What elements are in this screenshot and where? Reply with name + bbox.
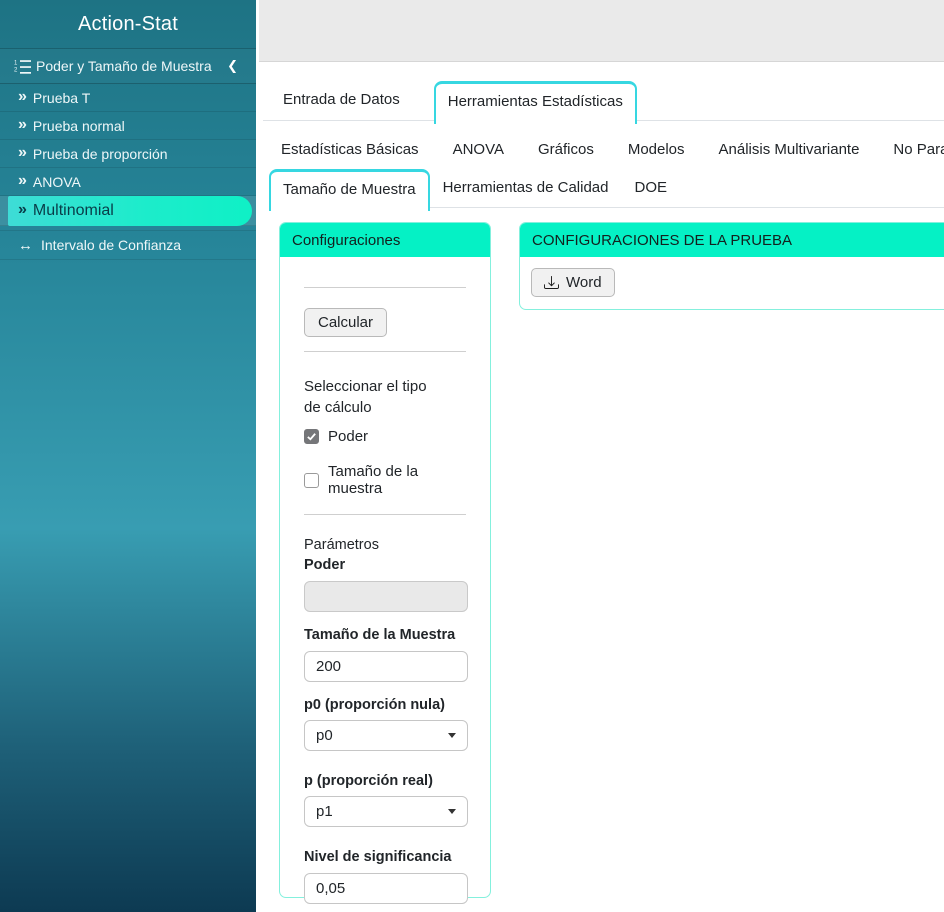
double-chevron-icon: » [18,173,25,189]
app-title: Action-Stat [0,0,256,49]
divider [304,514,466,515]
p0-select-value: p0 [316,727,333,744]
double-chevron-icon: » [18,202,25,218]
checkbox-poder[interactable]: Poder [304,428,466,445]
sidebar-item-multinomial-selected[interactable]: » Multinomial [8,196,252,226]
tab-graficos[interactable]: Gráficos [538,135,594,164]
collapse-chevron-icon[interactable]: ❮ [223,58,242,74]
ordered-list-icon: 1 2 [14,59,31,74]
power-field-label: Poder [304,557,466,573]
tab-doe[interactable]: DOE [622,169,681,207]
caret-down-icon [448,733,456,738]
caret-down-icon [448,809,456,814]
word-button-label: Word [566,274,602,291]
tab-analisis-multivariante[interactable]: Análisis Multivariante [719,135,860,164]
config-panel: Configuraciones Calcular Seleccionar el … [279,222,491,898]
tab-modelos[interactable]: Modelos [628,135,685,164]
sidebar-item-label: Multinomial [33,202,114,220]
sidebar-item-label: ANOVA [33,174,81,190]
tab-tamano-de-muestra[interactable]: Tamaño de Muestra [269,169,430,211]
sidebar-item-label: Prueba T [33,90,90,106]
sidebar-item-prueba-de-proporcion[interactable]: » Prueba de proporción [0,140,256,168]
tab-no-parametrico[interactable]: No Paramétrico [893,135,944,164]
tab-estadisticas-basicas[interactable]: Estadísticas Básicas [281,135,419,164]
sidebar: Action-Stat 1 2 Poder y Tamaño de Muestr… [0,0,256,912]
sidebar-item-anova[interactable]: » ANOVA [0,168,256,196]
p0-select[interactable]: p0 [304,720,468,751]
config-panel-title: Configuraciones [280,223,490,257]
p1-field-label: p (proporción real) [304,773,466,789]
checkbox-label: Tamaño de la muestra [328,463,466,497]
alpha-field[interactable] [304,873,468,904]
sidebar-item-multinomial-row: » Multinomial [0,196,256,226]
tab-entrada-de-datos[interactable]: Entrada de Datos [263,81,420,120]
power-field[interactable] [304,581,468,612]
sample-size-field-label: Tamaño de la Muestra [304,627,466,643]
calc-type-label: Seleccionar el tipo de cálculo [304,376,444,418]
sidebar-section-power-sample-size[interactable]: 1 2 Poder y Tamaño de Muestra ❮ [0,49,256,84]
checkbox-checked-icon[interactable] [304,429,319,444]
content-area: Entrada de Datos Herramientas Estadístic… [259,62,944,912]
svg-text:1: 1 [14,60,18,66]
left-right-arrow-icon: ↔ [18,238,33,253]
main-area: Entrada de Datos Herramientas Estadístic… [256,0,944,912]
top-gray-bar [259,0,944,62]
divider [304,287,466,288]
sample-size-field[interactable] [304,651,468,682]
secondary-tabs: Estadísticas Básicas ANOVA Gráficos Mode… [281,135,944,164]
sidebar-item-prueba-t[interactable]: » Prueba T [0,84,256,112]
checkbox-label: Poder [328,428,368,445]
double-chevron-icon: » [18,117,25,133]
sidebar-menu: » Prueba T » Prueba normal » Prueba de p… [0,84,256,260]
config-panel-body: Calcular Seleccionar el tipo de cálculo … [280,287,490,912]
p1-select-value: p1 [316,803,333,820]
p0-field-label: p0 (proporción nula) [304,697,466,713]
svg-text:2: 2 [14,67,18,73]
double-chevron-icon: » [18,89,25,105]
primary-tabs: Entrada de Datos Herramientas Estadístic… [263,81,944,121]
parameters-label: Parámetros [304,537,466,553]
checkbox-tamano-de-la-muestra[interactable]: Tamaño de la muestra [304,463,466,497]
p1-select[interactable]: p1 [304,796,468,827]
sidebar-section-label: Poder y Tamaño de Muestra [36,58,223,74]
calculate-button[interactable]: Calcular [304,308,387,337]
sidebar-item-label: Prueba de proporción [33,146,168,162]
results-panel: CONFIGURACIONES DE LA PRUEBA Word [519,222,944,310]
tab-herramientas-estadisticas[interactable]: Herramientas Estadísticas [434,81,637,124]
results-panel-title: CONFIGURACIONES DE LA PRUEBA [520,223,944,257]
alpha-field-label: Nivel de significancia [304,849,466,865]
sidebar-item-intervalo-de-confianza[interactable]: ↔ Intervalo de Confianza [0,230,256,260]
tab-anova[interactable]: ANOVA [453,135,504,164]
double-chevron-icon: » [18,145,25,161]
checkbox-unchecked-icon[interactable] [304,473,319,488]
tab-herramientas-de-calidad[interactable]: Herramientas de Calidad [430,169,622,207]
divider [304,351,466,352]
sidebar-item-label: Prueba normal [33,118,125,134]
word-export-button[interactable]: Word [531,268,615,297]
sidebar-item-prueba-normal[interactable]: » Prueba normal [0,112,256,140]
sidebar-item-label: Intervalo de Confianza [41,237,181,253]
download-icon [544,275,559,290]
tertiary-tabs: Tamaño de Muestra Herramientas de Calida… [269,169,944,208]
